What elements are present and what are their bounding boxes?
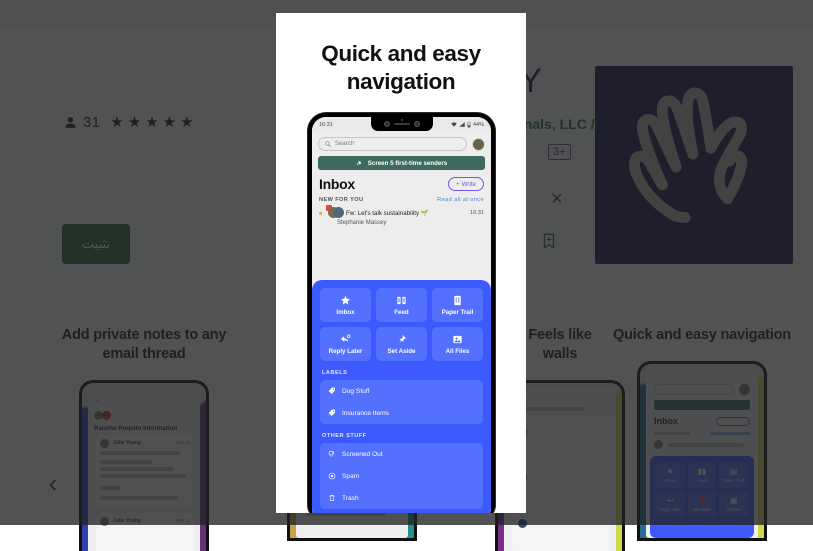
other-item-screened-out[interactable]: Screened Out [320,443,483,465]
reply-later-icon [340,334,351,345]
status-indicators: 44% [451,122,484,128]
phone-notch [371,117,433,131]
nav-tile-paper-trail[interactable]: Paper Trail [432,288,483,322]
battery-icon [467,122,471,128]
modal-title: Quick and easy navigation [296,40,506,95]
status-time: 16:31 [319,122,333,128]
nav-tile-label: Feed [394,309,408,316]
nav-tile-reply-later[interactable]: Reply Later [320,327,371,361]
other-item-trash[interactable]: Trash [320,487,483,509]
mail-list-item[interactable]: Fw: Let's talk sustainability 🌱 16:31 [312,203,491,219]
nav-tile-feed[interactable]: Feed [376,288,427,322]
labels-section-header: LABELS [322,370,481,376]
tag-icon [328,409,336,417]
nav-tile-all-files[interactable]: All Files [432,327,483,361]
unread-dot-icon [319,212,322,215]
other-item-text: Trash [342,495,359,502]
nav-tile-imbox[interactable]: Imbox [320,288,371,322]
led-icon [401,119,403,121]
mail-time: 16:31 [470,210,484,216]
plus-icon: + [456,181,460,188]
camera-icon [414,121,420,127]
label-item-dog-stuff[interactable]: Dog Stuff [320,380,483,402]
tag-icon [328,387,336,395]
nav-tile-label: Paper Trail [442,309,474,316]
wifi-icon [451,122,457,127]
spam-icon [328,472,336,480]
write-button-label: Write [462,181,476,188]
navigation-grid: Imbox Feed Paper Trail Reply Lat [320,288,483,361]
write-button[interactable]: + Write [448,177,484,191]
screener-banner-text: Screen 5 first-time senders [368,160,447,167]
label-item-insurance-items[interactable]: Insurance Items [320,402,483,424]
labels-list: Dog Stuff Insurance Items [320,380,483,424]
sender-avatars [326,207,342,219]
phone-status-bar: 16:31 44% [312,117,491,132]
search-placeholder: Search [335,141,354,147]
pin-icon [396,334,407,345]
mail-app-body: Search Screen 5 first-time senders Inbox… [312,132,491,513]
thumbs-down-icon [328,450,336,458]
nav-tile-label: Reply Later [329,348,363,355]
search-row: Search [312,132,491,151]
files-icon [452,334,463,345]
battery-percent: 44% [473,122,484,128]
phone-screen: 16:31 44% [312,117,491,513]
other-item-text: Spam [342,473,359,480]
phone-mockup: 16:31 44% [308,113,495,513]
thumbs-up-down-icon [356,160,364,167]
screenshot-lightbox-modal: Quick and easy navigation 16:31 44% [276,13,526,513]
home-indicator [377,513,427,514]
trash-icon [328,494,336,502]
new-for-you-row: NEW FOR YOU Read all at once [312,192,491,203]
nav-tile-set-aside[interactable]: Set Aside [376,327,427,361]
navigation-sheet: Imbox Feed Paper Trail Reply Lat [312,280,491,513]
label-item-text: Insurance Items [342,410,389,417]
camera-icon [384,121,390,127]
search-icon [325,141,331,147]
avatar [333,207,344,218]
other-item-text: Screened Out [342,451,383,458]
other-section-header: OTHER STUFF [322,433,481,439]
read-all-link[interactable]: Read all at once [437,197,484,203]
nav-tile-label: Set Aside [388,348,416,355]
new-for-you-label: NEW FOR YOU [319,197,363,203]
search-input[interactable]: Search [318,137,467,151]
mail-subject: Fw: Let's talk sustainability 🌱 [346,209,466,217]
inbox-title: Inbox [319,176,355,192]
star-icon [340,295,351,306]
receipt-icon [452,295,463,306]
signal-icon [459,122,465,127]
mail-sender: Stephanie Massey [312,219,491,226]
other-list: Screened Out Spam Trash [320,443,483,509]
nav-tile-label: Imbox [336,309,354,316]
avatar[interactable] [472,138,485,151]
label-item-text: Dog Stuff [342,388,369,395]
book-icon [396,295,407,306]
speaker-icon [394,123,410,125]
screener-banner[interactable]: Screen 5 first-time senders [318,156,485,170]
other-item-spam[interactable]: Spam [320,465,483,487]
inbox-header: Inbox + Write [312,170,491,192]
nav-tile-label: All Files [446,348,470,355]
